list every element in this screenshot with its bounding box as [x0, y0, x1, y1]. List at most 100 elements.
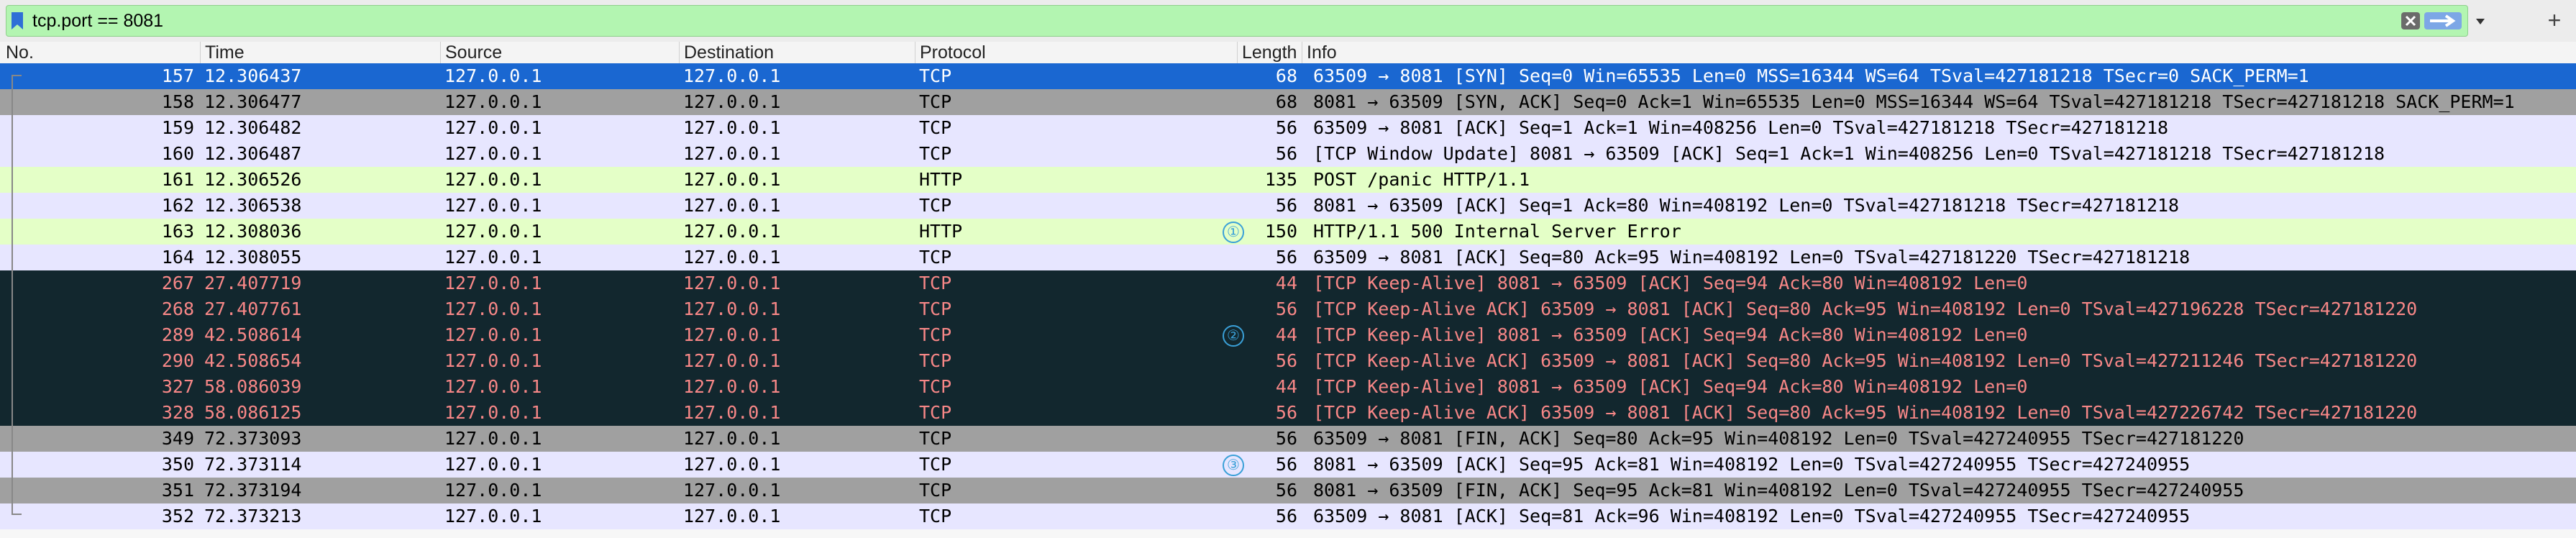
packet-time: 12.308055: [204, 247, 302, 268]
packet-length: 56: [1275, 247, 1297, 268]
packet-row[interactable]: 349 72.373093 127.0.0.1 127.0.0.1 TCP 56 63509…: [0, 426, 2576, 452]
packet-row[interactable]: 267 27.407719 127.0.0.1 127.0.0.1 TCP 44 [TCP …: [0, 270, 2576, 296]
packet-protocol: HTTP: [919, 221, 963, 242]
packet-row[interactable]: 160 12.306487 127.0.0.1 127.0.0.1 TCP 56 [TCP …: [0, 141, 2576, 167]
packet-length: 56: [1275, 117, 1297, 138]
packet-row[interactable]: 162 12.306538 127.0.0.1 127.0.0.1 TCP 56 8081 …: [0, 193, 2576, 219]
packet-row[interactable]: 164 12.308055 127.0.0.1 127.0.0.1 TCP 56 63509…: [0, 245, 2576, 270]
packet-destination: 127.0.0.1: [683, 65, 781, 86]
column-header-info[interactable]: Info: [1302, 42, 2576, 63]
packet-row[interactable]: 161 12.306526 127.0.0.1 127.0.0.1 HTTP 135 POS…: [0, 167, 2576, 193]
packet-protocol: TCP: [919, 65, 952, 86]
add-filter-button[interactable]: +: [2540, 4, 2569, 36]
packet-source: 127.0.0.1: [444, 247, 542, 268]
packet-destination: 127.0.0.1: [683, 273, 781, 293]
packet-info: 63509 → 8081 [ACK] Seq=80 Ack=95 Win=408…: [1313, 247, 2191, 268]
packet-list-empty-area: [0, 529, 2576, 538]
packet-row[interactable]: 158 12.306477 127.0.0.1 127.0.0.1 TCP 68 8081 …: [0, 89, 2576, 115]
packet-protocol: TCP: [919, 350, 952, 371]
annotation-marker: ①: [1223, 222, 1244, 243]
packet-row[interactable]: 290 42.508654 127.0.0.1 127.0.0.1 TCP 56 [TCP …: [0, 348, 2576, 374]
packet-time: 12.306477: [204, 91, 302, 112]
packet-protocol: HTTP: [919, 169, 963, 190]
packet-protocol: TCP: [919, 324, 952, 345]
column-header-length[interactable]: Length: [1237, 42, 1302, 63]
packet-destination: 127.0.0.1: [683, 91, 781, 112]
packet-length: 56: [1275, 298, 1297, 319]
packet-length: 44: [1275, 324, 1297, 345]
filter-expression[interactable]: tcp.port == 8081: [32, 10, 163, 32]
packet-row[interactable]: 157 12.306437 127.0.0.1 127.0.0.1 TCP 68 63509…: [0, 63, 2576, 89]
packet-source: 127.0.0.1: [444, 506, 542, 526]
packet-length: 68: [1275, 91, 1297, 112]
packet-destination: 127.0.0.1: [683, 402, 781, 423]
packet-row[interactable]: 268 27.407761 127.0.0.1 127.0.0.1 TCP 56 [TCP …: [0, 296, 2576, 322]
packet-source: 127.0.0.1: [444, 298, 542, 319]
packet-list-header: No. Time Source Destination Protocol Len…: [0, 42, 2576, 64]
display-filter-input[interactable]: tcp.port == 8081: [6, 5, 2468, 37]
packet-row[interactable]: 328 58.086125 127.0.0.1 127.0.0.1 TCP 56 [TCP …: [0, 400, 2576, 426]
packet-protocol: TCP: [919, 273, 952, 293]
packet-row[interactable]: 163 12.308036 127.0.0.1 127.0.0.1 HTTP 150 HTT…: [0, 219, 2576, 245]
apply-arrow-icon: [2430, 14, 2456, 27]
packet-row[interactable]: 289 42.508614 127.0.0.1 127.0.0.1 TCP 44 [TCP …: [0, 322, 2576, 348]
display-filter-toolbar: tcp.port == 8081 +: [0, 0, 2576, 42]
clear-filter-button[interactable]: [2401, 12, 2420, 29]
packet-protocol: TCP: [919, 402, 952, 423]
packet-source: 127.0.0.1: [444, 91, 542, 112]
packet-length: 56: [1275, 454, 1297, 475]
packet-destination: 127.0.0.1: [683, 350, 781, 371]
column-header-no[interactable]: No.: [0, 42, 194, 63]
apply-filter-button[interactable]: [2424, 12, 2462, 29]
packet-info: 8081 → 63509 [FIN, ACK] Seq=95 Ack=81 Wi…: [1313, 480, 2244, 501]
packet-number: 159: [161, 117, 194, 138]
packet-number: 352: [161, 506, 194, 526]
packet-number: 350: [161, 454, 194, 475]
packet-number: 164: [161, 247, 194, 268]
packet-number: 163: [161, 221, 194, 242]
packet-number: 290: [161, 350, 194, 371]
packet-info: [TCP Window Update] 8081 → 63509 [ACK] S…: [1313, 143, 2385, 164]
dropdown-icon: [2476, 19, 2485, 24]
packet-length: 44: [1275, 376, 1297, 397]
packet-row[interactable]: 159 12.306482 127.0.0.1 127.0.0.1 TCP 56 63509…: [0, 115, 2576, 141]
packet-time: 12.306437: [204, 65, 302, 86]
conversation-bracket-line: [12, 75, 13, 515]
packet-row[interactable]: 327 58.086039 127.0.0.1 127.0.0.1 TCP 44 [TCP …: [0, 374, 2576, 400]
packet-number: 349: [161, 428, 194, 449]
packet-row[interactable]: 351 72.373194 127.0.0.1 127.0.0.1 TCP 56 8081 …: [0, 478, 2576, 503]
packet-number: 327: [161, 376, 194, 397]
column-header-protocol[interactable]: Protocol: [915, 42, 1237, 63]
packet-protocol: TCP: [919, 117, 952, 138]
column-header-destination[interactable]: Destination: [679, 42, 915, 63]
packet-info: 63509 → 8081 [SYN] Seq=0 Win=65535 Len=0…: [1313, 65, 2309, 86]
packet-time: 12.306526: [204, 169, 302, 190]
packet-number: 158: [161, 91, 194, 112]
packet-info: HTTP/1.1 500 Internal Server Error: [1313, 221, 1681, 242]
packet-source: 127.0.0.1: [444, 350, 542, 371]
packet-length: 150: [1264, 221, 1297, 242]
packet-length: 56: [1275, 506, 1297, 526]
column-header-source[interactable]: Source: [440, 42, 679, 63]
packet-time: 12.306487: [204, 143, 302, 164]
packet-number: 351: [161, 480, 194, 501]
packet-info: 63509 → 8081 [FIN, ACK] Seq=80 Ack=95 Wi…: [1313, 428, 2244, 449]
packet-row[interactable]: 350 72.373114 127.0.0.1 127.0.0.1 TCP 56 8081 …: [0, 452, 2576, 478]
column-header-time[interactable]: Time: [200, 42, 440, 63]
packet-time: 42.508654: [204, 350, 302, 371]
packet-source: 127.0.0.1: [444, 65, 542, 86]
packet-number: 328: [161, 402, 194, 423]
packet-info: [TCP Keep-Alive ACK] 63509 → 8081 [ACK] …: [1313, 350, 2418, 371]
packet-time: 72.373114: [204, 454, 302, 475]
packet-protocol: TCP: [919, 480, 952, 501]
packet-protocol: TCP: [919, 143, 952, 164]
filter-history-dropdown[interactable]: [2470, 7, 2491, 36]
packet-time: 42.508614: [204, 324, 302, 345]
packet-time: 27.407719: [204, 273, 302, 293]
packet-row[interactable]: 352 72.373213 127.0.0.1 127.0.0.1 TCP 56 63509…: [0, 503, 2576, 529]
packet-source: 127.0.0.1: [444, 195, 542, 216]
bookmark-icon[interactable]: [11, 12, 24, 30]
packet-length: 56: [1275, 143, 1297, 164]
packet-info: 8081 → 63509 [ACK] Seq=1 Ack=80 Win=4081…: [1313, 195, 2180, 216]
packet-destination: 127.0.0.1: [683, 376, 781, 397]
